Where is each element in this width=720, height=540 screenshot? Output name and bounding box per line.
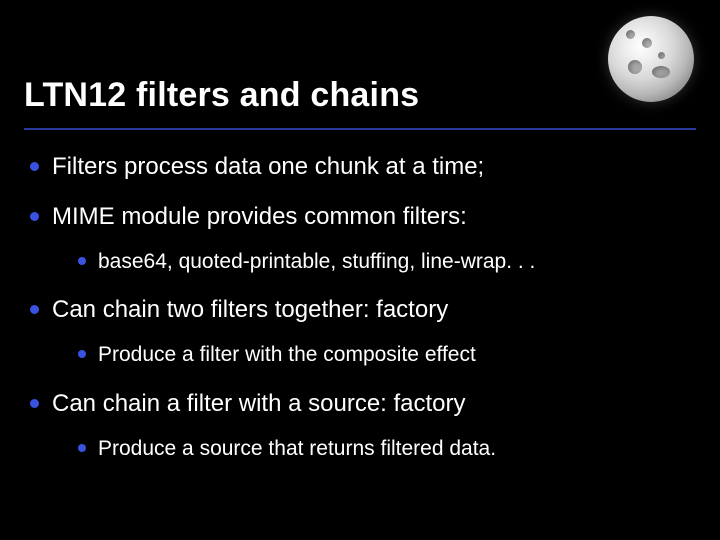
sub-bullet-text: Produce a filter with the composite effe… <box>98 343 476 366</box>
moon-crater <box>642 38 652 48</box>
bullet-text: Filters process data one chunk at a time… <box>52 153 484 180</box>
bullet-item: Filters process data one chunk at a time… <box>24 152 696 182</box>
sub-bullet-text: Produce a source that returns filtered d… <box>98 437 496 460</box>
moon-crater <box>652 66 670 78</box>
sub-bullet-item: base64, quoted-printable, stuffing, line… <box>76 248 696 275</box>
sub-bullet-list: base64, quoted-printable, stuffing, line… <box>52 248 696 275</box>
bullet-item: MIME module provides common filters: bas… <box>24 202 696 275</box>
sub-bullet-item: Produce a filter with the composite effe… <box>76 341 696 368</box>
bullet-item: Can chain a filter with a source: factor… <box>24 389 696 462</box>
moon-image <box>608 16 694 102</box>
title-divider <box>24 128 696 130</box>
sub-bullet-list: Produce a filter with the composite effe… <box>52 341 696 368</box>
moon-crater <box>658 52 665 59</box>
slide-body: Filters process data one chunk at a time… <box>24 152 696 482</box>
bullet-item: Can chain two filters together: factory … <box>24 295 696 368</box>
sub-bullet-list: Produce a source that returns filtered d… <box>52 435 696 462</box>
bullet-text: Can chain a filter with a source: factor… <box>52 390 466 417</box>
bullet-list: Filters process data one chunk at a time… <box>24 152 696 462</box>
moon-crater <box>626 30 635 39</box>
moon-crater <box>628 60 642 74</box>
bullet-text: MIME module provides common filters: <box>52 203 467 230</box>
bullet-text: Can chain two filters together: factory <box>52 296 448 323</box>
slide-title: LTN12 filters and chains <box>24 76 419 115</box>
slide: LTN12 filters and chains Filters process… <box>0 0 720 540</box>
sub-bullet-item: Produce a source that returns filtered d… <box>76 435 696 462</box>
sub-bullet-text: base64, quoted-printable, stuffing, line… <box>98 250 535 273</box>
